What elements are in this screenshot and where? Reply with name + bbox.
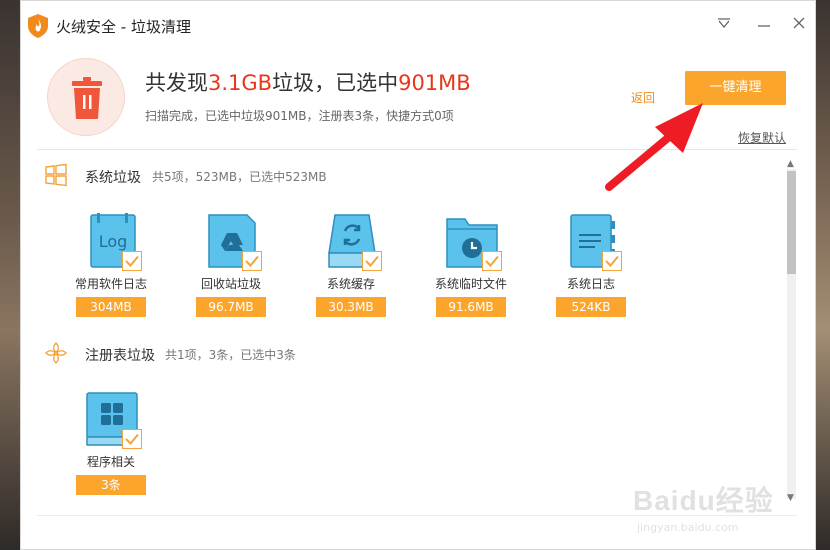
baidu-jingyan-watermark: Baidu经验 jingyan.baidu.com (633, 471, 793, 541)
close-icon[interactable] (789, 15, 809, 35)
item-label: 系统缓存 (326, 277, 375, 291)
item-label: 系统日志 (566, 277, 615, 291)
junk-item-program-related[interactable]: 程序相关 3条 (66, 391, 156, 501)
item-size-badge: 3条 (76, 475, 146, 495)
section-title-system-junk: 系统垃圾 (85, 170, 141, 186)
trash-badge (47, 58, 125, 136)
svg-text:Log: Log (99, 232, 128, 251)
item-label: 系统临时文件 (434, 277, 507, 291)
junk-item-software-log[interactable]: Log 常用软件日志 304MB (66, 213, 156, 323)
checkbox-checked-icon[interactable] (602, 251, 622, 271)
item-size-badge: 524KB (556, 297, 626, 317)
section-summary-system-junk: 共5项，523MB，已选中523MB (152, 170, 327, 184)
checkbox-checked-icon[interactable] (482, 251, 502, 271)
junk-item-recycle-bin[interactable]: 回收站垃圾 96.7MB (186, 213, 276, 323)
scrollbar-thumb[interactable] (787, 171, 796, 274)
trash-can-icon (72, 77, 102, 119)
checkbox-checked-icon[interactable] (122, 251, 142, 271)
item-size-badge: 96.7MB (196, 297, 266, 317)
section-summary-registry-junk: 共1项，3条，已选中3条 (165, 348, 296, 362)
desktop-background-left (0, 0, 20, 550)
watermark-sub: jingyan.baidu.com (637, 521, 739, 534)
junk-item-temp-files[interactable]: 系统临时文件 91.6MB (426, 213, 516, 323)
huorong-logo-icon (28, 14, 48, 38)
watermark-main: Baidu经验 (633, 485, 774, 516)
windows-icon (45, 163, 67, 187)
item-size-badge: 30.3MB (316, 297, 386, 317)
item-label: 回收站垃圾 (200, 277, 261, 291)
desktop-background-right (816, 0, 830, 550)
item-size-badge: 304MB (76, 297, 146, 317)
found-size: 3.1GB (208, 71, 273, 95)
selected-size: 901MB (398, 71, 471, 95)
section-title-registry-junk: 注册表垃圾 (85, 348, 155, 364)
scan-result-subline: 扫描完成，已选中垃圾901MB，注册表3条，快捷方式0项 (145, 109, 454, 123)
checkbox-checked-icon[interactable] (122, 429, 142, 449)
item-label: 程序相关 (86, 455, 135, 469)
headline-middle: 垃圾，已选中 (272, 71, 399, 95)
annotation-arrow-icon (605, 103, 703, 191)
item-size-badge: 91.6MB (436, 297, 506, 317)
headline-prefix: 共发现 (145, 71, 208, 95)
minimize-icon[interactable] (754, 15, 774, 35)
checkbox-checked-icon[interactable] (362, 251, 382, 271)
scan-result-headline: 共发现3.1GB垃圾，已选中901MB (145, 67, 471, 97)
registry-icon (45, 342, 67, 364)
window-title: 火绒安全 - 垃圾清理 (56, 18, 191, 36)
title-bar: 火绒安全 - 垃圾清理 (21, 1, 815, 51)
dropdown-menu-icon[interactable] (714, 15, 734, 35)
scroll-up-icon[interactable]: ▲ (787, 159, 794, 169)
junk-item-system-log[interactable]: 系统日志 524KB (546, 213, 636, 323)
checkbox-checked-icon[interactable] (242, 251, 262, 271)
restore-default-link[interactable]: 恢复默认 (738, 129, 786, 146)
app-window: 火绒安全 - 垃圾清理 共发现3.1GB垃圾，已选中901MB 扫描完成，已选中… (20, 0, 816, 550)
junk-item-system-cache[interactable]: 系统缓存 30.3MB (306, 213, 396, 323)
item-label: 常用软件日志 (74, 277, 147, 291)
